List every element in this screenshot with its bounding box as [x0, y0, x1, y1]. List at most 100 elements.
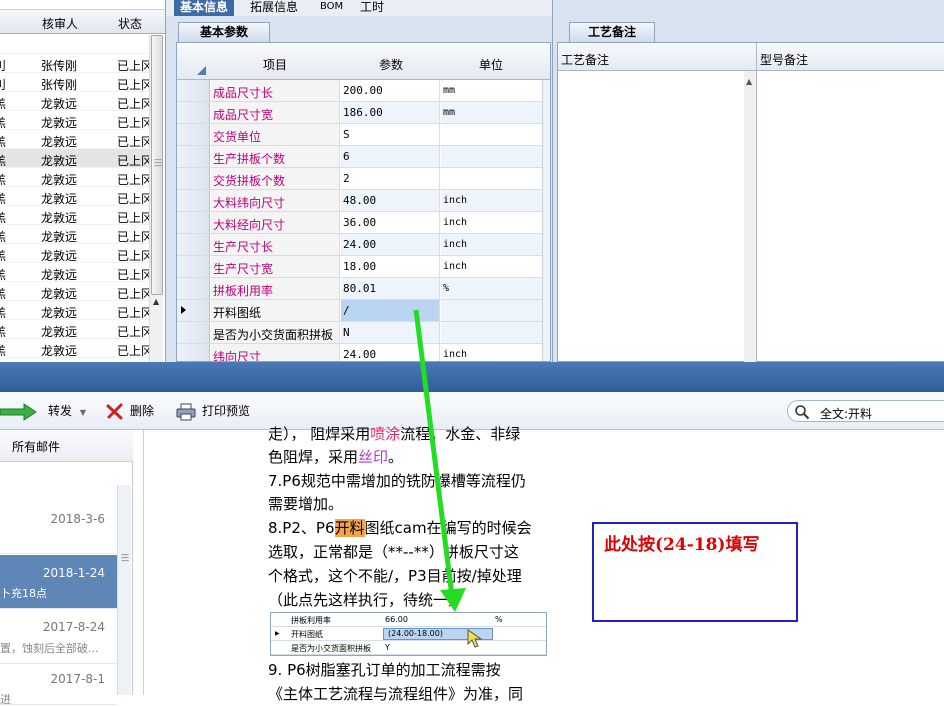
param-row[interactable]: 生产拼板个数 6: [177, 146, 550, 168]
param-unit-cell[interactable]: inch: [441, 234, 549, 255]
param-value-cell[interactable]: 48.00: [341, 190, 440, 211]
delete-label: 删除: [130, 404, 155, 418]
list-row[interactable]: 羔 龙敦远 已上冈: [0, 92, 153, 111]
scroll-up-arrow-icon[interactable]: ▲: [746, 77, 752, 86]
list-row[interactable]: 刂 张传刚 已上冈: [0, 54, 153, 73]
list-row[interactable]: 羔 龙敦远 已上冈: [0, 206, 153, 225]
mail-list-scrollbar[interactable]: — — —: [117, 485, 131, 695]
tab-extended-info[interactable]: 拓展信息: [244, 0, 304, 16]
list-row[interactable]: 羔 龙敦远 已上冈: [0, 282, 153, 301]
param-row[interactable]: 大料纬向尺寸 48.00 inch: [177, 190, 550, 212]
column-header-reviewer[interactable]: 核审人: [42, 15, 78, 32]
review-list-header: 核审人 状态: [0, 10, 165, 34]
param-value-cell[interactable]: 18.00: [341, 256, 440, 277]
param-value-cell[interactable]: 6: [341, 146, 440, 167]
list-row[interactable]: 羔 龙敦远 已上冈: [0, 320, 153, 339]
param-row[interactable]: 拼板利用率 80.01%: [177, 278, 550, 300]
tab-basic-params[interactable]: 基本参数: [178, 22, 270, 42]
tab-bom[interactable]: BOM: [314, 0, 349, 16]
list-row[interactable]: 羔 龙敦远 已上冈: [0, 168, 153, 187]
list-row[interactable]: 羔 龙敦远 已上冈: [0, 244, 153, 263]
print-preview-label: 打印预览: [202, 404, 251, 418]
list-row[interactable]: 羔 龙敦远 已上冈: [0, 301, 153, 320]
grid-header-unit[interactable]: 单位: [479, 56, 503, 73]
param-unit-cell[interactable]: [441, 124, 549, 145]
param-value-cell[interactable]: N: [341, 322, 440, 343]
grid-header-item[interactable]: 项目: [263, 56, 287, 73]
scrollbar-thumb[interactable]: — — —: [151, 35, 163, 295]
param-unit-cell[interactable]: inch: [441, 256, 549, 277]
chevron-down-icon[interactable]: ▼: [80, 408, 86, 417]
param-value-cell[interactable]: 2: [341, 168, 440, 189]
param-value-cell[interactable]: 24.00: [341, 344, 440, 361]
param-unit-cell[interactable]: inch: [441, 344, 549, 361]
tab-process-notes[interactable]: 工艺备注: [569, 22, 655, 42]
list-row[interactable]: 羔 龙敦远 已上冈: [0, 130, 153, 149]
param-unit-cell[interactable]: [441, 322, 549, 343]
param-unit-cell[interactable]: mm: [441, 102, 549, 123]
param-row[interactable]: 大料经向尺寸 36.00 inch: [177, 212, 550, 234]
list-row[interactable]: [0, 35, 150, 54]
grid-scrollbar[interactable]: [542, 80, 550, 361]
tab-work-hours[interactable]: 工时: [354, 0, 390, 16]
process-notes-scrollbar[interactable]: ▲: [744, 71, 756, 363]
param-row[interactable]: 成品尺寸长 200.00 mm: [177, 80, 550, 102]
param-row[interactable]: 纬向尺寸 24.00 inch: [177, 344, 550, 361]
list-row[interactable]: 羔 龙敦远 已上冈: [0, 111, 153, 130]
mail-list-header[interactable]: 所有邮件: [0, 430, 133, 462]
row-indicator[interactable]: [177, 322, 210, 343]
row-indicator[interactable]: [177, 80, 210, 101]
param-unit-cell[interactable]: [441, 146, 549, 167]
review-list-scrollbar[interactable]: — — — ▲: [149, 35, 163, 362]
row-indicator[interactable]: [177, 234, 210, 255]
row-indicator[interactable]: [177, 344, 210, 361]
param-unit-cell[interactable]: [441, 168, 549, 189]
column-header-status[interactable]: 状态: [118, 15, 142, 32]
row-indicator[interactable]: [177, 278, 210, 299]
param-row[interactable]: 交货单位 S: [177, 124, 550, 146]
forward-button[interactable]: 转发 ▼: [0, 401, 86, 421]
list-row[interactable]: 羔 龙敦远 已上冈: [0, 187, 153, 206]
row-indicator[interactable]: [177, 190, 210, 211]
param-row[interactable]: 是否为小交货面积拼板 N: [177, 322, 550, 344]
param-row[interactable]: 成品尺寸宽 186.00 mm: [177, 102, 550, 124]
mail-item[interactable]: 2018-3-6: [0, 486, 117, 554]
search-input[interactable]: 全文:开料: [787, 400, 944, 422]
print-preview-button[interactable]: 打印预览: [176, 401, 250, 421]
mail-item[interactable]: 2017-8-1 进: [0, 665, 117, 706]
param-row[interactable]: 开料图纸 /: [177, 300, 550, 322]
param-row[interactable]: 交货拼板个数 2: [177, 168, 550, 190]
row-indicator[interactable]: [177, 102, 210, 123]
mail-item-selected[interactable]: 2018-1-24 卜充18点: [0, 555, 117, 609]
param-row[interactable]: 生产尺寸长 24.00 inch: [177, 234, 550, 256]
row-indicator[interactable]: [177, 256, 210, 277]
param-value-cell[interactable]: 36.00: [341, 212, 440, 233]
row-indicator[interactable]: [177, 300, 210, 321]
tab-basic-info[interactable]: 基本信息: [174, 0, 235, 16]
param-value-cell[interactable]: 186.00: [341, 102, 440, 123]
row-indicator[interactable]: [177, 124, 210, 145]
grid-header-value[interactable]: 参数: [379, 56, 403, 73]
param-unit-cell[interactable]: [441, 300, 549, 321]
list-row[interactable]: 羔 龙敦远 已上冈: [0, 149, 153, 168]
param-unit-cell[interactable]: inch: [441, 212, 549, 233]
param-unit-cell[interactable]: mm: [441, 80, 549, 101]
param-value-cell[interactable]: S: [341, 124, 440, 145]
param-value-cell[interactable]: 200.00: [341, 80, 440, 101]
row-indicator[interactable]: [177, 168, 210, 189]
row-indicator[interactable]: [177, 146, 210, 167]
mail-item[interactable]: 2017-8-24 置，蚀刻后全部破...: [0, 610, 117, 664]
param-unit-cell[interactable]: %: [441, 278, 549, 299]
param-unit-cell[interactable]: inch: [441, 190, 549, 211]
list-row[interactable]: 刂 张传刚 已上冈: [0, 73, 153, 92]
scroll-up-arrow-icon[interactable]: ▲: [153, 297, 159, 306]
list-row[interactable]: 羔 龙敦远 已上冈: [0, 339, 153, 358]
delete-button[interactable]: 删除: [106, 401, 154, 421]
list-row[interactable]: 羔 龙敦远 已上冈: [0, 263, 153, 282]
list-row[interactable]: 羔 龙敦远 已上冈: [0, 225, 153, 244]
param-row[interactable]: 生产尺寸宽 18.00 inch: [177, 256, 550, 278]
param-value-cell[interactable]: 80.01: [341, 278, 440, 299]
row-indicator[interactable]: [177, 212, 210, 233]
param-value-cell[interactable]: 24.00: [341, 234, 440, 255]
param-value-cell[interactable]: /: [341, 300, 440, 321]
